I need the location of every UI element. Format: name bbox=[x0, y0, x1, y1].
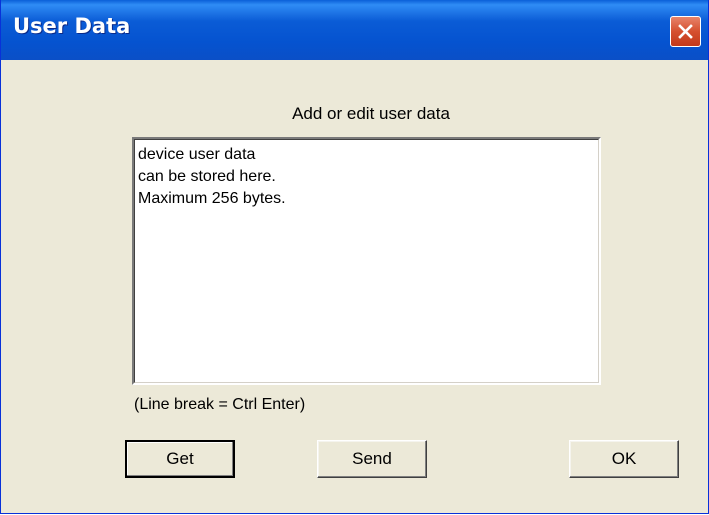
title-bar[interactable]: User Data bbox=[1, 0, 708, 60]
user-data-dialog: User Data Add or edit user data device u… bbox=[0, 0, 709, 514]
get-button[interactable]: Get bbox=[125, 440, 235, 478]
user-data-textarea-frame: device user data can be stored here. Max… bbox=[132, 137, 601, 385]
line-break-hint: (Line break = Ctrl Enter) bbox=[134, 396, 306, 413]
dialog-body: Add or edit user data device user data c… bbox=[1, 60, 708, 513]
close-button[interactable] bbox=[670, 16, 701, 47]
dialog-heading: Add or edit user data bbox=[292, 104, 450, 123]
user-data-textarea[interactable]: device user data can be stored here. Max… bbox=[138, 144, 593, 378]
window-title: User Data bbox=[13, 14, 131, 38]
ok-button[interactable]: OK bbox=[569, 440, 679, 478]
close-icon bbox=[678, 24, 693, 39]
send-button[interactable]: Send bbox=[317, 440, 427, 478]
user-data-textarea-border: device user data can be stored here. Max… bbox=[134, 139, 599, 383]
